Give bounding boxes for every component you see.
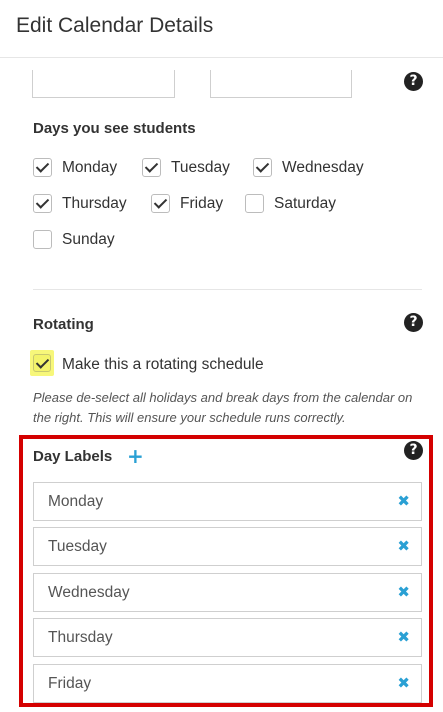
rotating-note: Please de-select all holidays and break … <box>33 390 413 425</box>
checkbox-monday[interactable]: Monday <box>33 158 117 177</box>
checkbox-tuesday[interactable]: Tuesday <box>142 158 230 177</box>
day-label-text: Tuesday <box>48 538 107 555</box>
remove-icon[interactable]: ✖ <box>397 674 410 692</box>
day-label-row[interactable]: Friday ✖ <box>33 664 422 703</box>
checkbox-box[interactable] <box>142 158 161 177</box>
checkbox-thursday[interactable]: Thursday <box>33 194 127 213</box>
day-label-text: Monday <box>48 493 104 510</box>
day-label-row[interactable]: Tuesday ✖ <box>33 527 422 566</box>
remove-icon[interactable]: ✖ <box>397 492 410 510</box>
day-labels-title: Day Labels <box>33 448 113 465</box>
checkbox-wednesday[interactable]: Wednesday <box>253 158 364 177</box>
checkbox-box[interactable] <box>33 194 52 213</box>
day-label-text: Thursday <box>48 629 113 646</box>
help-icon[interactable]: ? <box>404 72 423 91</box>
remove-icon[interactable]: ✖ <box>397 537 410 555</box>
remove-icon[interactable]: ✖ <box>397 583 410 601</box>
day-label-text: Friday <box>48 675 92 692</box>
end-date-input[interactable] <box>210 70 352 98</box>
day-label-row[interactable]: Wednesday ✖ <box>33 573 422 612</box>
rotating-checkbox-highlight[interactable] <box>30 350 54 376</box>
day-label-row[interactable]: Thursday ✖ <box>33 618 422 657</box>
checkbox-label: Saturday <box>274 194 337 212</box>
rotating-section-title: Rotating <box>33 316 94 333</box>
checkbox-sunday[interactable]: Sunday <box>33 230 115 249</box>
section-divider <box>33 289 422 290</box>
checkbox-box[interactable] <box>253 158 272 177</box>
checkbox-box[interactable] <box>151 194 170 213</box>
checkbox-label: Sunday <box>62 230 115 248</box>
add-day-label-icon[interactable]: + <box>127 444 144 468</box>
rotating-checkbox[interactable] <box>33 354 51 372</box>
days-section-title: Days you see students <box>33 120 196 137</box>
checkbox-friday[interactable]: Friday <box>151 194 223 213</box>
help-icon[interactable]: ? <box>404 441 423 460</box>
modal-header: Edit Calendar Details <box>0 0 443 58</box>
rotating-checkbox-label: Make this a rotating schedule <box>62 356 264 373</box>
day-label-text: Wednesday <box>48 584 130 601</box>
start-date-input[interactable] <box>32 70 175 98</box>
day-label-row[interactable]: Monday ✖ <box>33 482 422 521</box>
checkbox-label: Friday <box>180 194 224 212</box>
checkbox-label: Tuesday <box>171 158 230 176</box>
checkbox-box[interactable] <box>33 158 52 177</box>
checkbox-label: Monday <box>62 158 118 176</box>
checkbox-saturday[interactable]: Saturday <box>245 194 336 213</box>
checkbox-label: Wednesday <box>282 158 364 176</box>
modal-title: Edit Calendar Details <box>16 14 214 37</box>
checkbox-box[interactable] <box>245 194 264 213</box>
help-icon[interactable]: ? <box>404 313 423 332</box>
checkbox-box[interactable] <box>33 230 52 249</box>
remove-icon[interactable]: ✖ <box>397 628 410 646</box>
checkbox-label: Thursday <box>62 194 127 212</box>
